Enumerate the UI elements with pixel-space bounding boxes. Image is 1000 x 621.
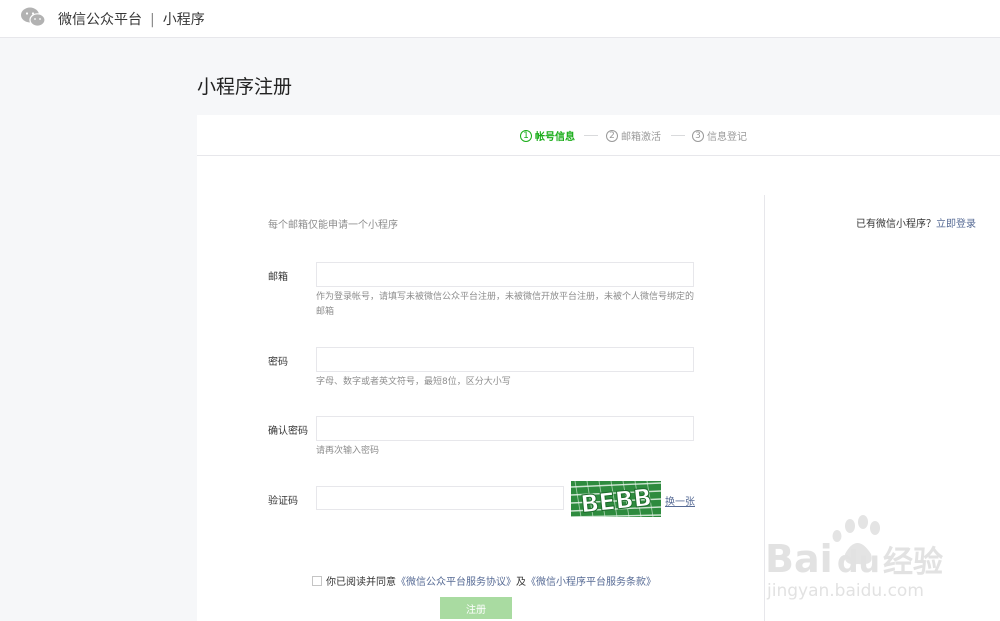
product-name: 小程序 [162,12,205,28]
email-tip: 作为登录帐号，请填写未被微信公众平台注册，未被微信开放平台注册，未被个人微信号绑… [316,292,695,317]
page-title: 小程序注册 [197,76,293,98]
step-label: 帐号信息 [535,132,575,143]
service-agreement-link[interactable]: 《微信公众平台服务协议》 [396,573,516,588]
brand-separator: | [150,12,155,28]
platform-name: 微信公众平台 [58,12,142,28]
existing-account-text: 已有微信小程序？ [856,219,936,230]
baidu-jingyan-watermark: Bai du 经验 jingyan.baidu.com [765,515,943,601]
captcha-image[interactable]: BEBB [571,481,661,517]
existing-account-note: 已有微信小程序？立即登录 [856,215,976,230]
step-info-registration: 3 信息登记 [692,128,747,143]
step-number: 2 [606,129,618,142]
watermark-url: jingyan.baidu.com [766,581,924,601]
refresh-captcha-link[interactable]: 换一张 [665,493,695,508]
step-connector [671,135,685,136]
captcha-input[interactable] [316,486,564,510]
agreement-prefix: 你已阅读并同意 [326,577,396,588]
step-label: 邮箱激活 [621,132,661,143]
step-label: 信息登记 [707,132,747,143]
step-number: 1 [520,129,532,142]
step-number: 3 [692,129,704,142]
step-email-activation: 2 邮箱激活 [606,128,661,143]
confirm-password-field[interactable] [316,416,694,441]
miniprogram-terms-link[interactable]: 《微信小程序平台服务条款》 [526,573,656,588]
agreement-middle: 及 [516,577,526,588]
watermark-brand-cn: 经验 [883,545,943,580]
login-link[interactable]: 立即登录 [936,219,976,230]
step-account-info: 1 帐号信息 [520,128,575,143]
step-indicator: 1 帐号信息 2 邮箱激活 3 信息登记 [197,115,1000,156]
wechat-logo-icon [21,7,46,27]
password-field[interactable] [316,347,694,372]
password-label: 密码 [268,357,288,368]
agreement-row: 你已阅读并同意 《微信公众平台服务协议》 及 《微信小程序平台服务条款》 [312,573,656,588]
watermark-brand-latin: Bai [765,537,833,581]
confirm-password-label: 确认密码 [268,426,308,437]
password-tip: 字母、数字或者英文符号，最短8位，区分大小写 [316,377,511,387]
brand-title[interactable]: 微信公众平台 | 小程序 [58,9,205,29]
email-field[interactable] [316,262,694,287]
form-hint: 每个邮箱仅能申请一个小程序 [268,220,398,231]
watermark-brand-mid: du [837,545,880,580]
step-connector [584,135,598,136]
email-label: 邮箱 [268,272,288,283]
top-bar: 微信公众平台 | 小程序 [0,0,1000,38]
confirm-password-tip: 请再次输入密码 [316,446,380,456]
register-button[interactable]: 注册 [440,597,512,619]
agreement-checkbox[interactable] [312,575,322,586]
captcha-label: 验证码 [268,496,298,507]
